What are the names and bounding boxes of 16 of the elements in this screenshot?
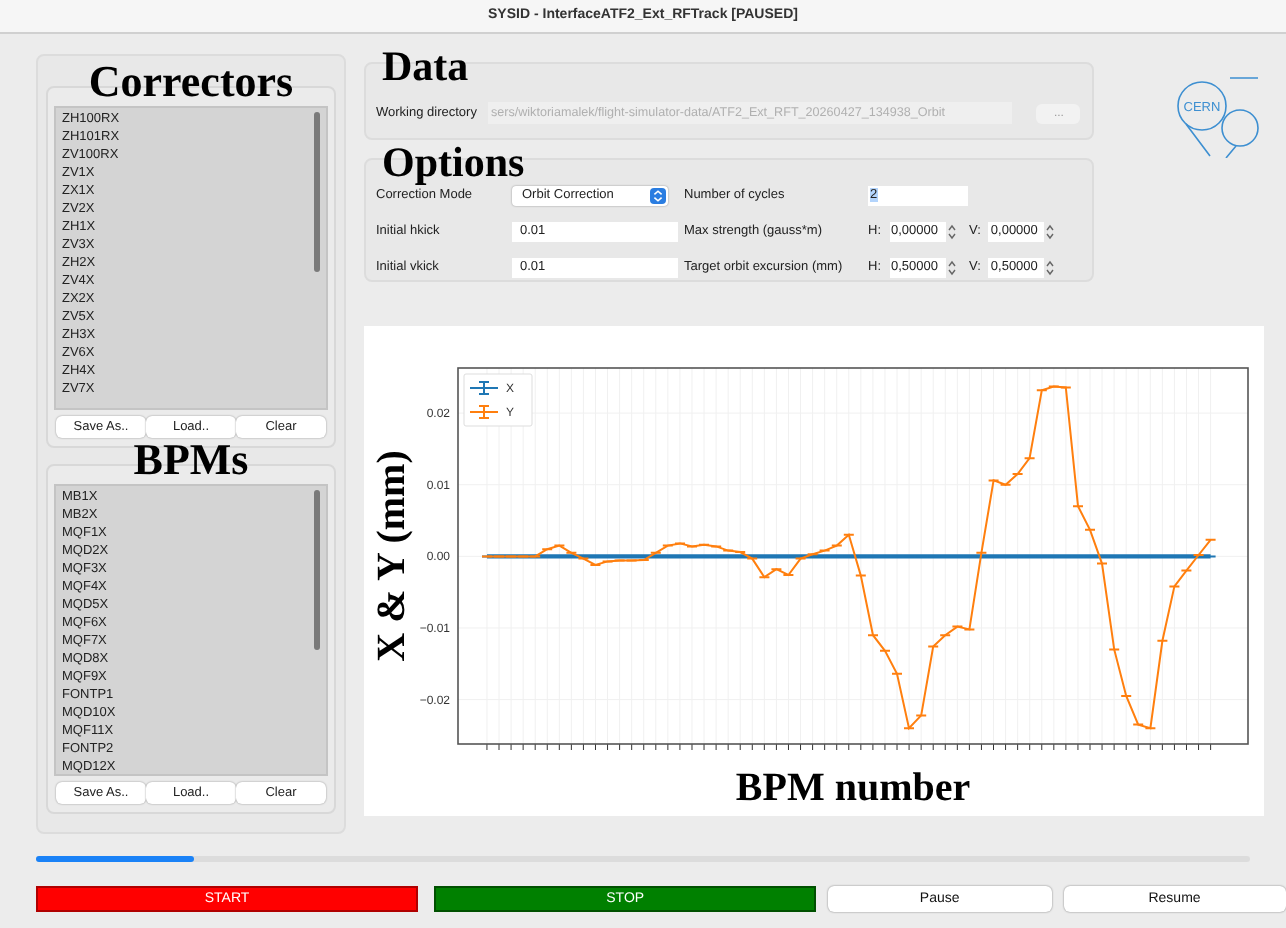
- axis-title: X & Y (mm): [370, 450, 414, 662]
- legend-icon: [469, 405, 499, 419]
- axis-title: BPM number: [735, 766, 971, 810]
- dropdown-icon[interactable]: [650, 188, 666, 205]
- group-title: Options: [382, 142, 525, 184]
- group-title: Correctors: [86, 60, 296, 104]
- scrollbar-thumb[interactable]: [314, 112, 320, 272]
- stepper-icon[interactable]: [1046, 259, 1055, 276]
- group-title: BPMs: [131, 438, 251, 482]
- legend-box: [463, 373, 533, 427]
- stepper-icon[interactable]: [947, 259, 955, 276]
- scrollbar-thumb[interactable]: [314, 490, 320, 650]
- stepper-icon[interactable]: [1046, 223, 1055, 240]
- group-title: Data: [382, 46, 469, 88]
- stepper-icon[interactable]: [947, 223, 955, 240]
- legend-icon: [469, 381, 499, 395]
